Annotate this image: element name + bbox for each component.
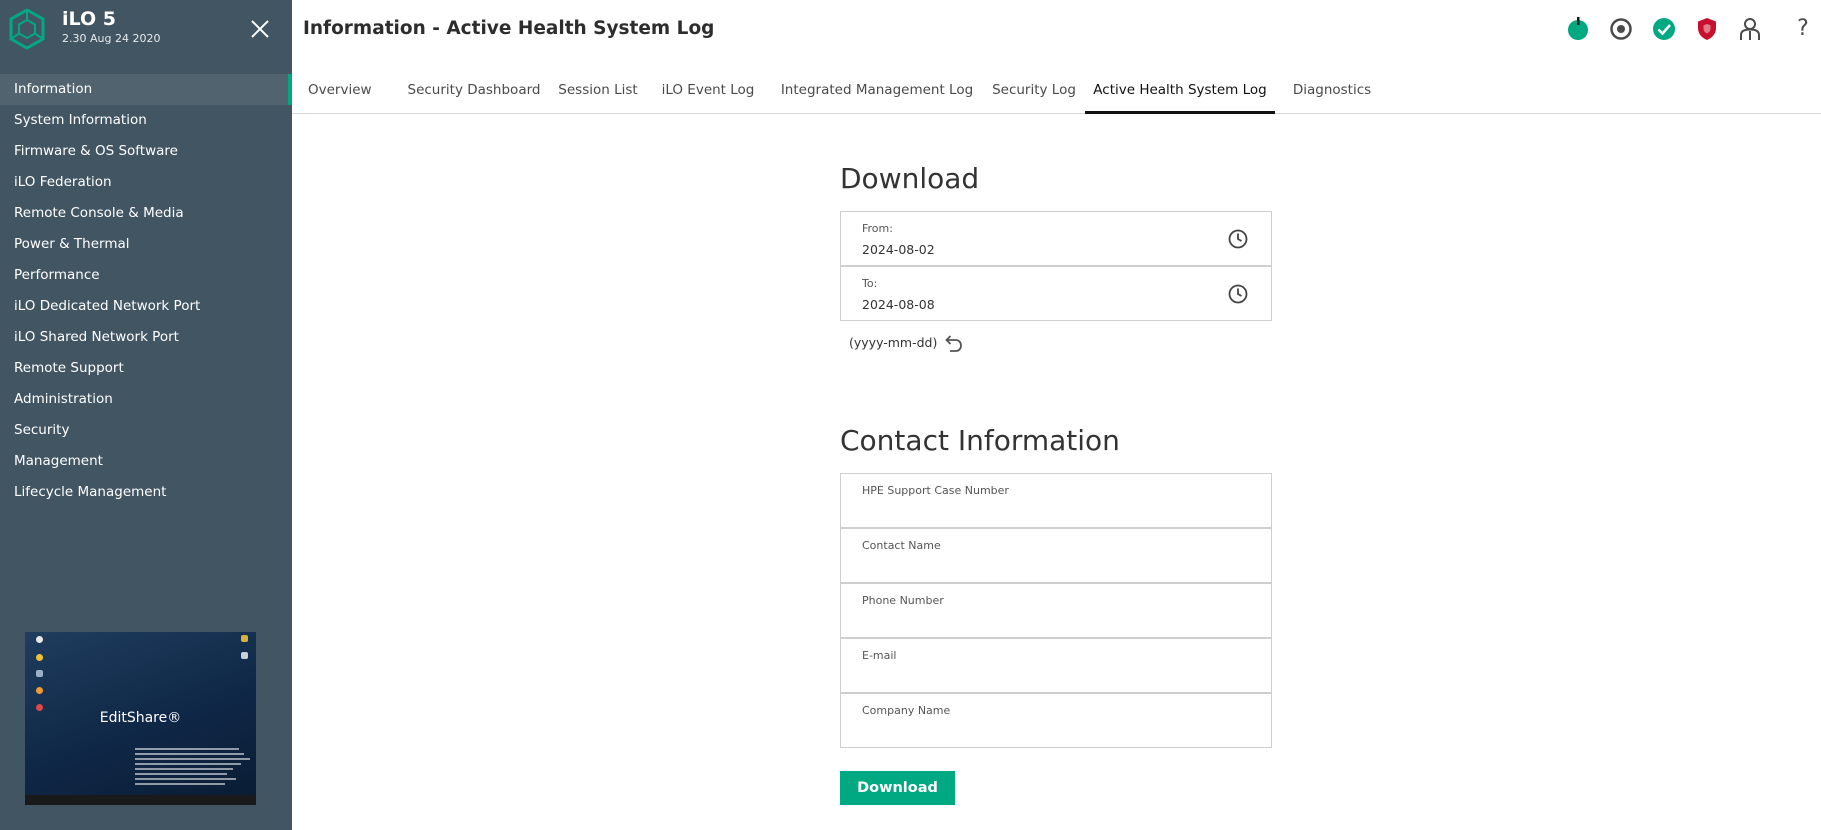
tab-bar: Overview Security Dashboard Session List… <box>292 70 1821 114</box>
email-input[interactable] <box>862 669 1222 684</box>
power-status-icon[interactable] <box>1565 16 1591 42</box>
health-ok-icon[interactable] <box>1651 16 1677 42</box>
desktop-icon <box>36 636 43 643</box>
case-number-label: HPE Support Case Number <box>862 484 1009 497</box>
desktop-icon <box>241 635 248 642</box>
tab-overview[interactable]: Overview <box>308 70 372 114</box>
download-button[interactable]: Download <box>840 771 955 805</box>
help-icon[interactable]: ? <box>1790 16 1816 42</box>
security-shield-icon[interactable] <box>1694 16 1720 42</box>
date-format-hint: (yyyy-mm-dd) <box>849 335 938 350</box>
tab-ilo-event-log[interactable]: iLO Event Log <box>656 70 760 114</box>
editshare-logo: EditShare® <box>99 710 182 726</box>
sidebar-item-lifecycle-management[interactable]: Lifecycle Management <box>0 477 292 508</box>
phone-number-field[interactable]: Phone Number <box>840 583 1272 638</box>
contact-section-title: Contact Information <box>840 424 1120 457</box>
sidebar-nav: Information System Information Firmware … <box>0 74 292 508</box>
sidebar-item-management[interactable]: Management <box>0 446 292 477</box>
sidebar-item-power-thermal[interactable]: Power & Thermal <box>0 229 292 260</box>
email-label: E-mail <box>862 649 897 662</box>
sidebar-item-shared-network-port[interactable]: iLO Shared Network Port <box>0 322 292 353</box>
download-section-title: Download <box>840 162 980 195</box>
sidebar-item-administration[interactable]: Administration <box>0 384 292 415</box>
tab-session-list[interactable]: Session List <box>550 70 646 114</box>
user-icon[interactable] <box>1737 16 1763 42</box>
sidebar-item-security[interactable]: Security <box>0 415 292 446</box>
phone-number-input[interactable] <box>862 614 1222 629</box>
sidebar-item-information[interactable]: Information <box>0 74 292 105</box>
from-date-field[interactable]: From: <box>840 211 1272 266</box>
company-name-label: Company Name <box>862 704 951 717</box>
tab-diagnostics[interactable]: Diagnostics <box>1289 70 1375 114</box>
sidebar-item-remote-support[interactable]: Remote Support <box>0 353 292 384</box>
desktop-icon <box>36 654 43 661</box>
taskbar <box>25 795 256 805</box>
contact-name-label: Contact Name <box>862 539 941 552</box>
company-name-field[interactable]: Company Name <box>840 693 1272 748</box>
to-date-field[interactable]: To: <box>840 266 1272 321</box>
case-number-input[interactable] <box>862 504 1222 519</box>
clock-icon[interactable] <box>1227 283 1249 305</box>
desktop-icon <box>241 652 248 659</box>
to-date-input[interactable] <box>862 297 1222 312</box>
tab-integrated-management-log[interactable]: Integrated Management Log <box>780 70 974 114</box>
desktop-icon <box>36 670 43 677</box>
company-name-input[interactable] <box>862 724 1222 739</box>
email-field[interactable]: E-mail <box>840 638 1272 693</box>
tab-active-health-system-log[interactable]: Active Health System Log <box>1085 70 1275 114</box>
reset-undo-icon[interactable] <box>941 332 963 354</box>
contact-name-input[interactable] <box>862 559 1222 574</box>
phone-number-label: Phone Number <box>862 594 944 607</box>
case-number-field[interactable]: HPE Support Case Number <box>840 473 1272 528</box>
sidebar-item-remote-console-media[interactable]: Remote Console & Media <box>0 198 292 229</box>
tab-security-dashboard[interactable]: Security Dashboard <box>397 70 551 114</box>
to-date-label: To: <box>862 277 878 290</box>
uid-indicator-icon[interactable] <box>1608 16 1634 42</box>
tab-security-log[interactable]: Security Log <box>988 70 1080 114</box>
clock-icon[interactable] <box>1227 228 1249 250</box>
sidebar-item-firmware-os-software[interactable]: Firmware & OS Software <box>0 136 292 167</box>
contact-name-field[interactable]: Contact Name <box>840 528 1272 583</box>
from-date-label: From: <box>862 222 893 235</box>
remote-console-thumbnail[interactable]: EditShare® <box>25 632 256 805</box>
sidebar-item-system-information[interactable]: System Information <box>0 105 292 136</box>
sidebar: iLO 5 2.30 Aug 24 2020 Information Syste… <box>0 0 292 830</box>
sidebar-item-ilo-federation[interactable]: iLO Federation <box>0 167 292 198</box>
desktop-info-text <box>135 748 250 793</box>
header-status-icons: ? <box>0 16 1821 42</box>
from-date-input[interactable] <box>862 242 1222 257</box>
sidebar-item-performance[interactable]: Performance <box>0 260 292 291</box>
sidebar-item-dedicated-network-port[interactable]: iLO Dedicated Network Port <box>0 291 292 322</box>
desktop-icon <box>36 687 43 694</box>
